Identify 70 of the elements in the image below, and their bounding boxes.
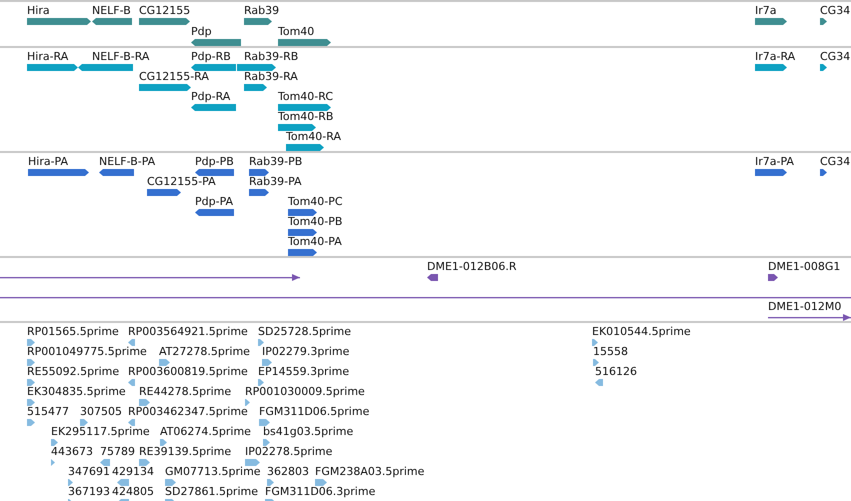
feature-label: Pdp-RA <box>191 90 230 103</box>
feature-label: CG34 <box>820 155 850 168</box>
feature-label: AT27278.5prime <box>159 345 250 358</box>
feature-label: AT06274.5prime <box>160 425 251 438</box>
feature-label: EK295117.5prime <box>51 425 150 438</box>
feature-label: Hira-RA <box>27 50 68 63</box>
feature-label: 15558 <box>593 345 628 358</box>
feature-label: RP003564921.5prime <box>128 325 248 338</box>
feature-label: FGM238A03.5prime <box>315 465 424 478</box>
feature-label: Tom40-PA <box>288 235 342 248</box>
feature-label: Pdp-PB <box>195 155 234 168</box>
feature-label: Tom40-RA <box>286 130 341 143</box>
feature-label: RP003600819.5prime <box>128 365 248 378</box>
feature-label: EK010544.5prime <box>592 325 691 338</box>
feature-label: 429134 <box>112 465 154 478</box>
feature-label: Tom40-PB <box>288 215 342 228</box>
feature-label: IP02278.5prime <box>245 445 332 458</box>
feature-label: Ir7a <box>755 4 777 17</box>
feature-label: NELF-B <box>92 4 131 17</box>
feature-label: Hira <box>27 4 50 17</box>
feature-label: GM07713.5prime <box>165 465 261 478</box>
feature-label: RP01565.5prime <box>27 325 119 338</box>
feature-label: NELF-B-RA <box>92 50 150 63</box>
feature-label: 443673 <box>51 445 93 458</box>
feature-label: CG12155-RA <box>139 70 209 83</box>
feature-label: Rab39-PB <box>249 155 302 168</box>
feature-label: Tom40-RC <box>278 90 334 103</box>
feature-label: RP001049775.5prime <box>27 345 147 358</box>
feature-label: 362803 <box>267 465 309 478</box>
feature-label: 424805 <box>112 485 154 498</box>
feature-label: RP001030009.5prime <box>245 385 365 398</box>
feature-label: FGM311D06.5prime <box>259 405 370 418</box>
feature-label: bs41g03.5prime <box>263 425 354 438</box>
feature-label: 75789 <box>100 445 135 458</box>
feature-label: 367193 <box>68 485 110 498</box>
feature-label: RE55092.5prime <box>27 365 120 378</box>
feature-label: 515477 <box>27 405 69 418</box>
feature-label: EK304835.5prime <box>27 385 126 398</box>
feature-label: 516126 <box>595 365 637 378</box>
feature-label: CG34 <box>820 4 850 17</box>
feature-label: DME1-008G1 <box>768 260 840 273</box>
feature-label: Pdp-PA <box>195 195 234 208</box>
feature-label: IP02279.3prime <box>262 345 350 358</box>
feature-label: RE39139.5prime <box>139 445 232 458</box>
feature-label: Ir7a-PA <box>755 155 794 168</box>
feature-label: SD27861.5prime <box>165 485 258 498</box>
feature-label: 347691 <box>68 465 110 478</box>
feature-label: Rab39-RB <box>244 50 298 63</box>
feature-label: Pdp-RB <box>191 50 231 63</box>
feature-label: Rab39-RA <box>244 70 298 83</box>
feature-label: Ir7a-RA <box>755 50 796 63</box>
feature-label: RE44278.5prime <box>139 385 232 398</box>
feature-label: Tom40-PC <box>288 195 343 208</box>
feature-label: DME1-012B06.R <box>427 260 517 273</box>
feature-label: DME1-012M0 <box>768 300 842 313</box>
feature-label: SD25728.5prime <box>258 325 351 338</box>
feature-label: EP14559.3prime <box>258 365 350 378</box>
feature-label: CG12155 <box>139 4 190 17</box>
feature-label: Rab39 <box>244 4 280 17</box>
feature-label: 307505 <box>80 405 122 418</box>
feature-label: Tom40 <box>278 25 314 38</box>
feature-label: FGM311D06.3prime <box>265 485 376 498</box>
feature-label: Hira-PA <box>28 155 68 168</box>
feature-label: Tom40-RB <box>278 110 334 123</box>
feature-label: NELF-B-PA <box>99 155 156 168</box>
feature-label: CG34 <box>820 50 850 63</box>
feature-label: Pdp <box>191 25 212 38</box>
feature-label: RP003462347.5prime <box>128 405 248 418</box>
feature-label: CG12155-PA <box>147 175 216 188</box>
feature-label: Rab39-PA <box>249 175 302 188</box>
